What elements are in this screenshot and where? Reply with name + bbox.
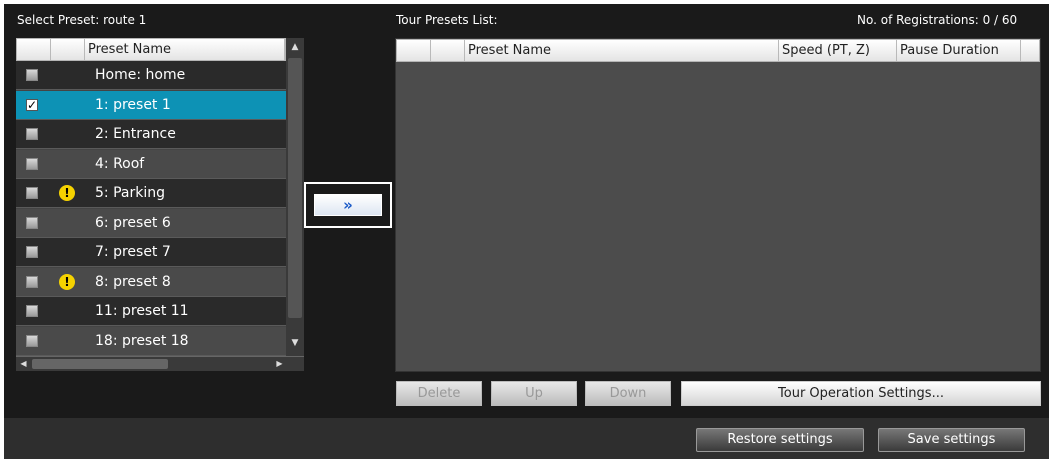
- scroll-thumb[interactable]: [288, 58, 302, 318]
- checkbox-icon[interactable]: ✓: [26, 98, 38, 111]
- hscroll-thumb[interactable]: [32, 359, 168, 369]
- select-preset-prefix: Select Preset:: [17, 13, 100, 27]
- preset-name: 4: Roof: [95, 155, 145, 172]
- save-settings-button[interactable]: Save settings: [878, 428, 1025, 452]
- tour-header-preset-name[interactable]: Preset Name: [465, 40, 779, 61]
- tour-header-speed[interactable]: Speed (PT, Z): [779, 40, 897, 61]
- preset-row[interactable]: 11: preset 11: [16, 297, 286, 326]
- checkbox-icon[interactable]: [26, 157, 38, 170]
- add-to-tour-button[interactable]: »: [314, 194, 382, 216]
- preset-name: 5: Parking: [95, 185, 165, 201]
- checkbox-icon[interactable]: [26, 187, 38, 199]
- preset-name: Home: home: [95, 67, 186, 83]
- tour-presets-list-label: Tour Presets List:: [396, 13, 498, 27]
- tour-presets-table: Preset Name Speed (PT, Z) Pause Duration: [395, 38, 1041, 372]
- preset-row[interactable]: ! 5: Parking: [16, 179, 286, 208]
- header-status-column: [51, 39, 85, 60]
- registration-count: No. of Registrations: 0 / 60: [857, 13, 1018, 27]
- tour-header-pause-duration[interactable]: Pause Duration: [897, 40, 1021, 61]
- preset-name: 7: preset 7: [95, 244, 171, 260]
- arrow-left-icon[interactable]: ◀: [16, 357, 31, 371]
- preset-name: 2: Entrance: [95, 126, 176, 142]
- preset-row[interactable]: 2: Entrance: [16, 120, 286, 149]
- preset-tour-app: Select Preset: route 1 Preset Name Home:…: [0, 0, 1053, 461]
- preset-row[interactable]: ! 8: preset 8: [16, 267, 286, 297]
- restore-settings-button[interactable]: Restore settings: [696, 428, 864, 452]
- preset-table: Preset Name Home: home ✓ 1: preset 1 2: Ent…: [16, 38, 304, 371]
- warning-icon: !: [59, 185, 75, 201]
- checkbox-icon[interactable]: [26, 216, 38, 229]
- checkbox-icon[interactable]: [26, 334, 38, 347]
- tour-header-col1: [397, 40, 431, 61]
- checkbox-icon[interactable]: [26, 128, 38, 140]
- tour-header-filler: [1021, 40, 1041, 61]
- preset-name: 8: preset 8: [95, 273, 171, 290]
- preset-row[interactable]: 18: preset 18: [16, 326, 286, 356]
- checkbox-icon[interactable]: [26, 246, 38, 258]
- arrow-right-icon[interactable]: ▶: [272, 357, 287, 371]
- tour-operation-settings-button[interactable]: Tour Operation Settings...: [681, 381, 1041, 406]
- down-button[interactable]: Down: [585, 381, 671, 406]
- header-check-column: [17, 39, 51, 60]
- warning-icon: !: [59, 273, 75, 290]
- preset-row[interactable]: 4: Roof: [16, 149, 286, 179]
- preset-name: 18: preset 18: [95, 332, 189, 349]
- checkbox-icon[interactable]: [26, 69, 38, 81]
- header-preset-name[interactable]: Preset Name: [85, 39, 285, 60]
- checkbox-icon[interactable]: [26, 275, 38, 288]
- arrow-up-icon[interactable]: ▲: [286, 38, 304, 56]
- preset-name: 1: preset 1: [95, 96, 171, 113]
- preset-name: 6: preset 6: [95, 214, 171, 231]
- tour-header-col2: [431, 40, 465, 61]
- route-name: route 1: [103, 13, 147, 27]
- horizontal-scrollbar[interactable]: ◀ ▶: [16, 356, 304, 371]
- footer-bar: Restore settings Save settings: [4, 418, 1049, 459]
- delete-button[interactable]: Delete: [396, 381, 482, 406]
- double-chevron-right-icon: »: [343, 196, 353, 214]
- preset-name: 11: preset 11: [95, 303, 189, 319]
- preset-row[interactable]: 6: preset 6: [16, 208, 286, 238]
- preset-row[interactable]: Home: home: [16, 61, 286, 90]
- arrow-down-icon[interactable]: ▼: [286, 334, 304, 352]
- preset-table-header: Preset Name: [16, 38, 286, 61]
- checkbox-icon[interactable]: [26, 305, 38, 317]
- select-preset-label: Select Preset: route 1: [17, 13, 146, 27]
- preset-row[interactable]: 7: preset 7: [16, 238, 286, 267]
- add-to-tour-frame: »: [304, 182, 392, 228]
- tour-table-header: Preset Name Speed (PT, Z) Pause Duration: [396, 39, 1040, 62]
- preset-row[interactable]: ✓ 1: preset 1: [16, 90, 286, 120]
- up-button[interactable]: Up: [491, 381, 577, 406]
- vertical-scrollbar[interactable]: ▲ ▼: [286, 38, 304, 356]
